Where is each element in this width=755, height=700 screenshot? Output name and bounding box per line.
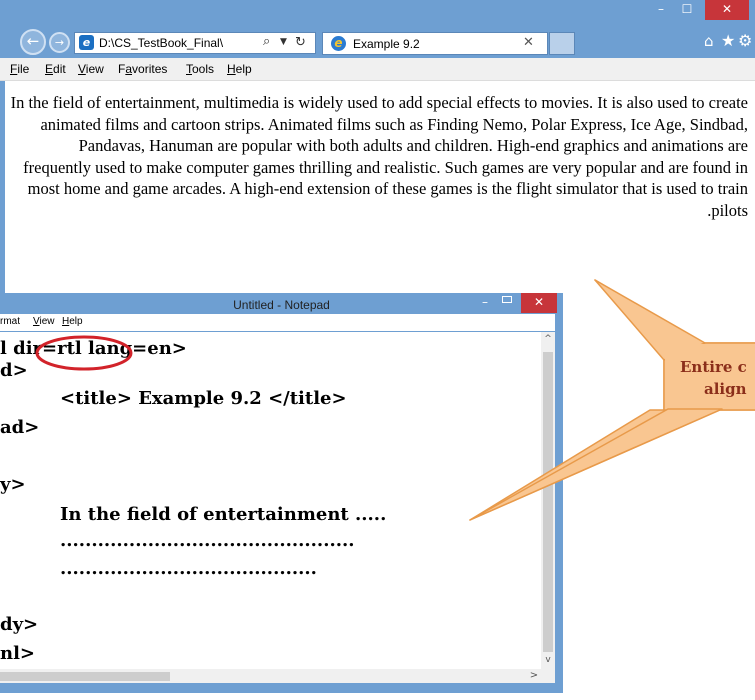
notepad-editor[interactable]: l dir=rtl lang=en> d> <title> Example 9.… xyxy=(0,332,541,669)
code-line: y> xyxy=(0,474,26,495)
menu-help[interactable]: Help xyxy=(227,62,252,76)
code-line: ........................................… xyxy=(60,558,317,579)
notepad-maximize-button[interactable] xyxy=(502,294,515,305)
scroll-corner xyxy=(541,669,555,683)
menu-tools[interactable]: Tools xyxy=(186,62,214,76)
ie-tab-icon: e xyxy=(331,36,346,51)
menu-view[interactable]: View xyxy=(78,62,104,76)
tab-title: Example 9.2 xyxy=(353,37,420,51)
favorites-star-icon[interactable]: ★ xyxy=(721,31,735,50)
maximize-button[interactable]: ☐ xyxy=(674,0,700,20)
notepad-window: Untitled - Notepad – ✕ rmat View Help l … xyxy=(0,293,563,693)
back-arrow-icon: ← xyxy=(26,32,40,50)
browser-titlebar xyxy=(0,0,755,32)
callout-line-2: align xyxy=(704,380,747,398)
scroll-up-icon[interactable]: ^ xyxy=(541,332,555,346)
menu-view[interactable]: View xyxy=(33,316,55,327)
dir-attribute: dir=rtl xyxy=(13,338,82,359)
back-button[interactable]: ← xyxy=(20,29,46,55)
address-text: D:\CS_TestBook_Final\ xyxy=(99,36,224,50)
search-icon[interactable]: ⌕ xyxy=(263,34,270,49)
menu-file[interactable]: File xyxy=(10,62,29,76)
address-bar[interactable]: e D:\CS_TestBook_Final\ ⌕ ▼ ↻ xyxy=(74,32,316,54)
notepad-minimize-button[interactable]: – xyxy=(482,295,488,309)
menu-help[interactable]: Help xyxy=(62,316,83,327)
horizontal-scrollbar[interactable]: > xyxy=(0,669,541,683)
close-button[interactable]: ✕ xyxy=(705,0,749,20)
forward-arrow-icon: → xyxy=(54,36,65,49)
forward-button[interactable]: → xyxy=(49,32,70,53)
code-line: d> xyxy=(0,360,28,381)
new-tab-button[interactable] xyxy=(549,32,575,55)
dropdown-icon[interactable]: ▼ xyxy=(280,37,287,47)
code-line: nl> xyxy=(0,643,36,664)
scroll-thumb[interactable] xyxy=(543,352,553,652)
browser-menubar: File Edit View Favorites Tools Help xyxy=(0,58,755,81)
tab-close-icon[interactable]: ✕ xyxy=(523,35,534,50)
code-line-html: l dir=rtl lang=en> xyxy=(0,338,187,359)
vertical-scrollbar[interactable]: ^ v xyxy=(541,332,555,683)
code-line: ad> xyxy=(0,417,40,438)
notepad-close-button[interactable]: ✕ xyxy=(521,293,557,313)
refresh-icon[interactable]: ↻ xyxy=(295,35,306,50)
notepad-title: Untitled - Notepad xyxy=(233,298,330,312)
code-line: ........................................… xyxy=(60,530,355,551)
hscroll-thumb[interactable] xyxy=(0,672,170,681)
menu-edit[interactable]: Edit xyxy=(45,62,66,76)
code-line: <title> Example 9.2 </title> xyxy=(60,388,347,409)
callout-line-1: Entire c xyxy=(680,358,747,376)
rtl-paragraph: In the field of entertainment, multimedi… xyxy=(10,93,748,220)
menu-favorites[interactable]: Favorites xyxy=(118,62,167,76)
home-icon[interactable]: ⌂ xyxy=(704,32,714,50)
gear-icon[interactable]: ⚙ xyxy=(738,31,752,50)
scroll-right-icon[interactable]: > xyxy=(527,669,541,683)
notepad-menubar: rmat View Help xyxy=(0,314,555,331)
code-line: dy> xyxy=(0,614,39,635)
menu-format[interactable]: rmat xyxy=(0,316,20,327)
maximize-icon xyxy=(502,296,512,303)
code-line: In the field of entertainment ..... xyxy=(60,504,387,525)
minimize-button[interactable]: – xyxy=(648,0,674,20)
scroll-down-icon[interactable]: v xyxy=(541,653,555,667)
ie-page-icon: e xyxy=(79,35,94,50)
tab-example[interactable]: e Example 9.2 ✕ xyxy=(322,32,548,55)
